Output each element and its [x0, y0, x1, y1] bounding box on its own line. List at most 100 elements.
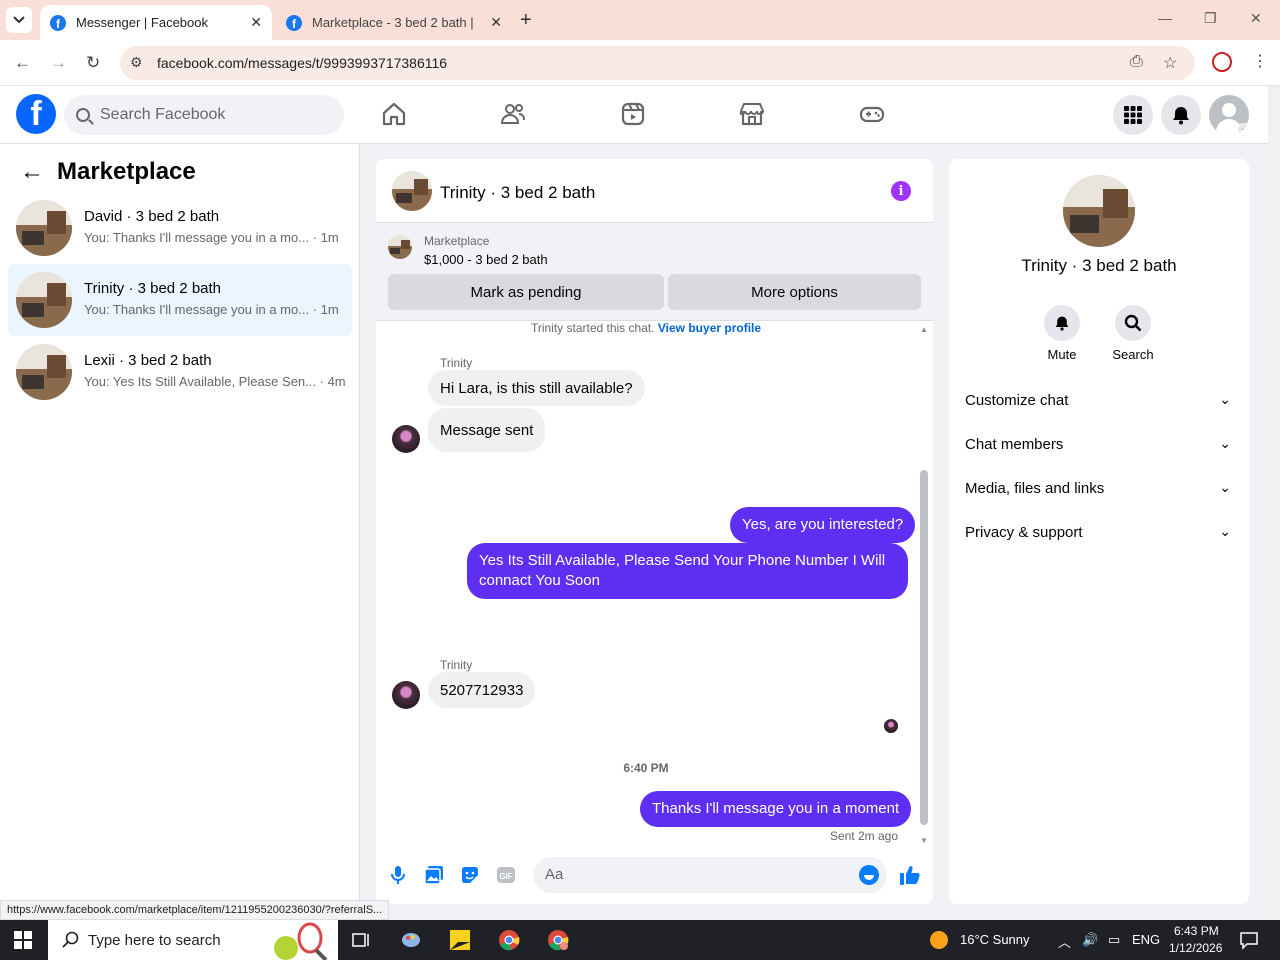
account-avatar[interactable]: ▾: [1209, 95, 1249, 135]
weather-sun-icon[interactable]: [928, 929, 950, 951]
sender-name: Trinity: [440, 356, 473, 370]
chat-title[interactable]: Trinity · 3 bed 2 bath: [440, 183, 595, 203]
back-arrow-icon[interactable]: ←: [20, 158, 44, 186]
outgoing-message[interactable]: Yes Its Still Available, Please Send You…: [467, 543, 908, 599]
mark-as-pending-button[interactable]: Mark as pending: [388, 274, 664, 310]
browser-menu-icon[interactable]: ⋮: [1252, 51, 1268, 71]
close-tab-icon[interactable]: ✕: [250, 14, 262, 31]
tab-messenger[interactable]: f Messenger | Facebook ✕: [40, 5, 272, 40]
paint-app-icon[interactable]: [400, 929, 422, 951]
weather-text[interactable]: 16°C Sunny: [960, 932, 1030, 947]
gif-icon[interactable]: GIF: [495, 864, 517, 886]
minimize-button[interactable]: —: [1158, 10, 1172, 26]
speaker-icon[interactable]: 🔊: [1082, 932, 1098, 948]
chevron-down-icon: ⌄: [1219, 523, 1231, 539]
photo-icon[interactable]: [423, 864, 445, 886]
message-input[interactable]: [545, 866, 845, 883]
section-customize-chat[interactable]: Customize chat ⌄: [965, 391, 1235, 416]
conversation-item-trinity[interactable]: Trinity · 3 bed 2 bath You: Thanks I'll …: [8, 264, 352, 336]
install-app-icon[interactable]: ⎙: [1130, 53, 1143, 71]
sender-avatar[interactable]: [392, 681, 420, 709]
scroll-down-arrow-icon[interactable]: ▼: [920, 836, 928, 845]
mute-label: Mute: [1047, 347, 1077, 362]
close-window-button[interactable]: ✕: [1250, 10, 1262, 27]
menu-grid-button[interactable]: [1113, 95, 1153, 135]
incoming-message[interactable]: Hi Lara, is this still available?: [428, 370, 645, 406]
section-media-files-links[interactable]: Media, files and links ⌄: [965, 479, 1235, 504]
emoji-icon[interactable]: [859, 865, 879, 885]
home-icon[interactable]: [380, 100, 408, 128]
marketplace-listing-box: Marketplace $1,000 - 3 bed 2 bath Mark a…: [376, 223, 933, 321]
section-chat-members[interactable]: Chat members ⌄: [965, 435, 1235, 460]
task-view-icon[interactable]: [350, 929, 372, 951]
close-tab-icon[interactable]: ✕: [490, 14, 502, 31]
microphone-icon[interactable]: [387, 864, 409, 886]
mute-action[interactable]: Mute: [1032, 305, 1092, 362]
facebook-search-input[interactable]: [100, 106, 320, 124]
notifications-button[interactable]: [1161, 95, 1201, 135]
chat-scrollbar[interactable]: ▲ ▼: [918, 325, 930, 845]
listing-thumbnail: [388, 235, 412, 259]
browser-tabstrip: f Messenger | Facebook ✕ f Marketplace -…: [0, 0, 1280, 40]
facebook-logo-icon[interactable]: f: [16, 94, 56, 134]
chat-start-notice: Trinity started this chat. View buyer pr…: [530, 321, 762, 335]
thumbs-up-icon[interactable]: [899, 864, 921, 886]
message-timestamp: 6:40 PM: [623, 761, 669, 775]
network-icon[interactable]: ▭: [1108, 932, 1120, 948]
more-options-button[interactable]: More options: [668, 274, 921, 310]
section-privacy-support[interactable]: Privacy & support ⌄: [965, 523, 1235, 548]
grid-icon: [1124, 106, 1142, 124]
conversation-item-david[interactable]: David · 3 bed 2 bath You: Thanks I'll me…: [8, 192, 352, 264]
scroll-thumb[interactable]: [920, 470, 928, 825]
facebook-search[interactable]: [64, 95, 344, 135]
url-text[interactable]: facebook.com/messages/t/9993993717386116: [157, 55, 447, 71]
marketplace-icon[interactable]: [738, 100, 766, 128]
outgoing-message[interactable]: Yes, are you interested?: [730, 507, 916, 543]
search-icon: [76, 108, 90, 122]
incoming-message[interactable]: Message sent: [428, 408, 546, 452]
back-button[interactable]: ←: [14, 53, 31, 73]
bookmark-star-icon[interactable]: ☆: [1163, 53, 1177, 73]
gaming-icon[interactable]: [858, 100, 886, 128]
chrome-profile-icon[interactable]: [547, 929, 569, 951]
tab-marketplace[interactable]: f Marketplace - 3 bed 2 bath | Fa ✕: [276, 5, 512, 40]
sidebar-title: Marketplace: [57, 158, 196, 185]
conversation-name: David · 3 bed 2 bath: [84, 208, 220, 225]
view-buyer-profile-link[interactable]: View buyer profile: [658, 321, 761, 335]
chrome-icon[interactable]: [498, 929, 520, 951]
tennis-search-highlight-icon: [274, 922, 328, 960]
video-icon[interactable]: [619, 100, 647, 128]
taskbar-search[interactable]: Type here to search: [48, 920, 338, 960]
reload-button[interactable]: ↻: [86, 53, 100, 73]
chat-avatar[interactable]: [392, 171, 432, 211]
friends-icon[interactable]: [499, 100, 527, 128]
clock-date[interactable]: 1/12/2026: [1169, 941, 1222, 955]
scroll-up-arrow-icon[interactable]: ▲: [920, 325, 928, 334]
restore-button[interactable]: ❐: [1204, 10, 1217, 27]
sticky-notes-icon[interactable]: [449, 929, 471, 951]
notification-center-icon[interactable]: [1238, 929, 1260, 951]
sender-avatar[interactable]: [392, 425, 420, 453]
clock-time[interactable]: 6:43 PM: [1174, 924, 1219, 938]
incoming-message[interactable]: 5207712933: [428, 672, 536, 708]
page-scrollbar[interactable]: [1268, 86, 1280, 920]
forward-button[interactable]: →: [50, 53, 67, 73]
language-indicator[interactable]: ENG: [1132, 932, 1160, 947]
sticker-icon[interactable]: [459, 864, 481, 886]
search-icon: [1115, 305, 1151, 341]
chevron-down-icon: ▾: [1237, 123, 1249, 135]
windows-start-icon[interactable]: [14, 931, 32, 949]
conversation-item-lexii[interactable]: Lexii · 3 bed 2 bath You: Yes Its Still …: [8, 336, 352, 408]
tab-search-button[interactable]: [6, 7, 32, 33]
new-tab-button[interactable]: +: [520, 9, 532, 32]
omnibox[interactable]: ⚙ facebook.com/messages/t/99939937173861…: [120, 46, 1195, 80]
listing-price-title[interactable]: $1,000 - 3 bed 2 bath: [424, 252, 548, 267]
chat-profile-photo[interactable]: [1063, 175, 1135, 247]
outgoing-message[interactable]: Thanks I'll message you in a moment: [640, 791, 912, 827]
site-settings-icon[interactable]: ⚙: [130, 54, 143, 71]
search-action[interactable]: Search: [1103, 305, 1163, 362]
tray-chevron-up-icon[interactable]: ︿: [1058, 932, 1071, 951]
search-label: Search: [1112, 347, 1154, 362]
profile-icon[interactable]: [1212, 52, 1232, 72]
info-icon[interactable]: i: [891, 181, 911, 201]
